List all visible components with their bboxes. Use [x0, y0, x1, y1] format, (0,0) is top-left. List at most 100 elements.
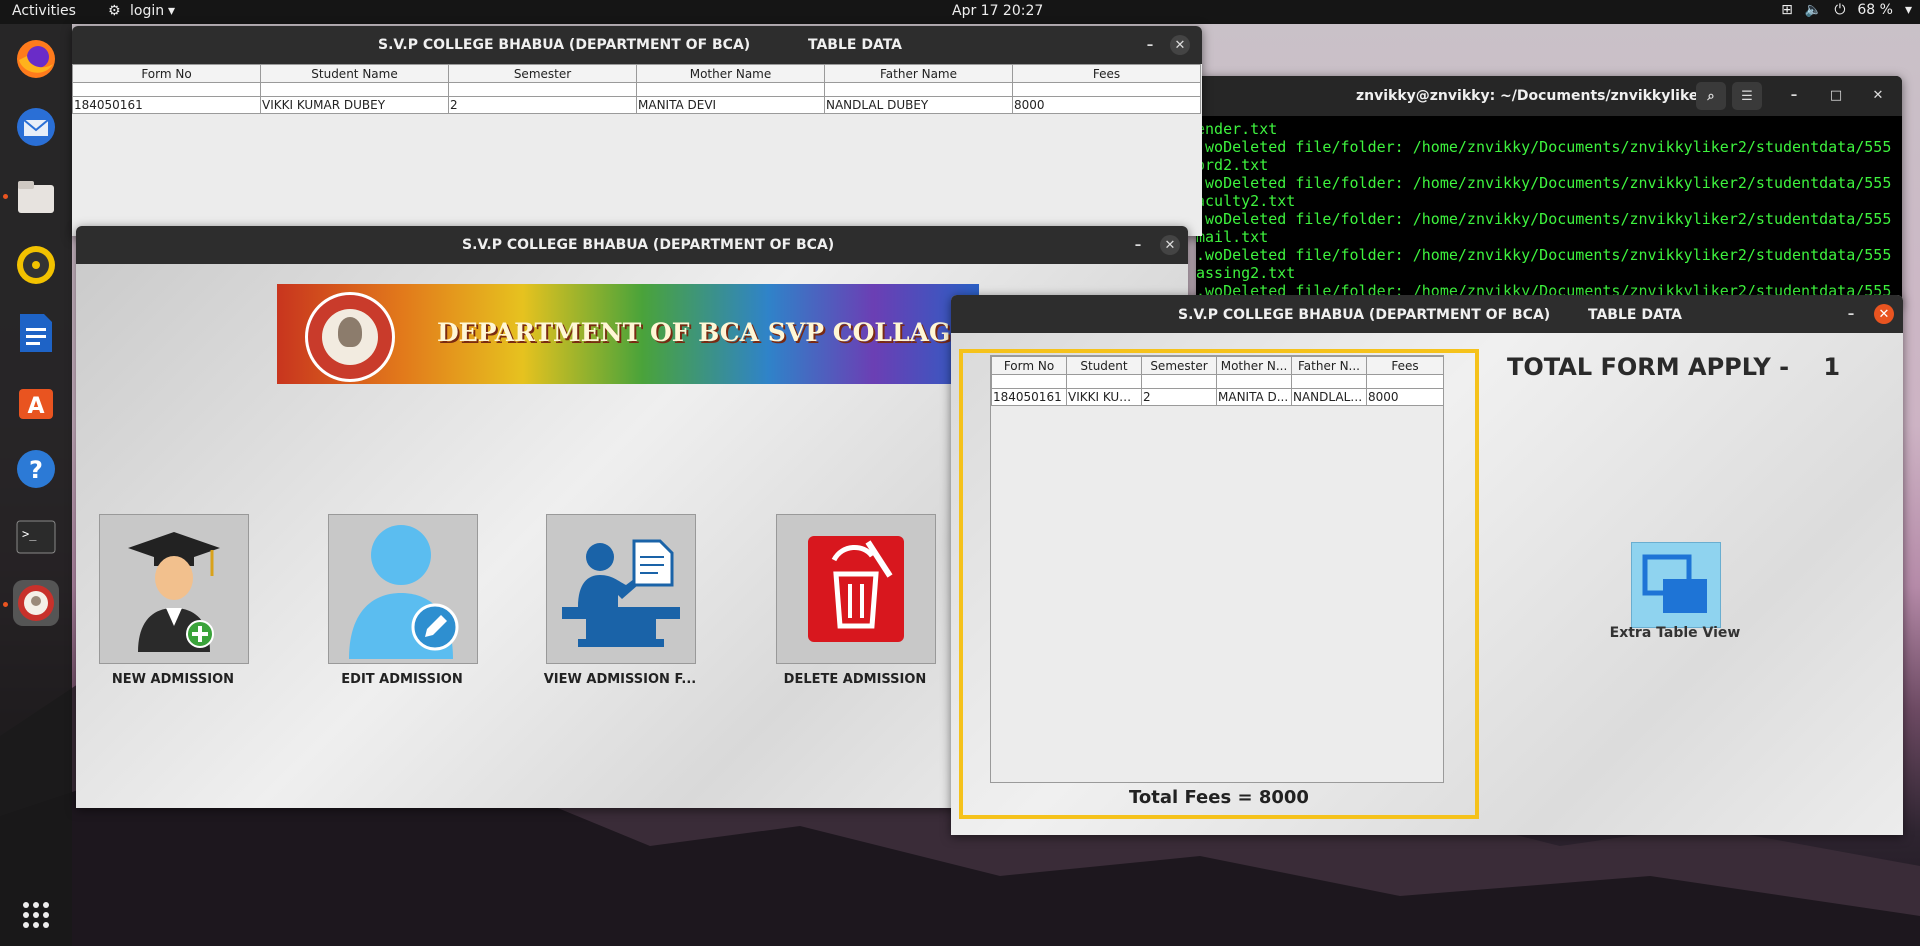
edit-admission-button[interactable] — [328, 514, 478, 664]
column-header[interactable]: Mother Name — [636, 64, 825, 83]
software-store-icon[interactable]: A — [13, 378, 59, 424]
hamburger-menu-icon[interactable]: ☰ — [1732, 82, 1762, 110]
system-status-area[interactable]: ⊞ 🔈 ⏻ 68 % ▾ — [1781, 2, 1912, 18]
minimize-button[interactable]: – — [1128, 235, 1148, 255]
banner-text: DEPARTMENT OF BCA SVP COLLAGE BHABUA — [437, 318, 979, 347]
terminal-line: .woDeleted file/folder: /home/znvikky/Do… — [1196, 246, 1892, 264]
column-header[interactable]: Form No — [72, 64, 261, 83]
column-header[interactable]: Fees — [1012, 64, 1201, 83]
terminal-line: assing2.txt — [1196, 264, 1296, 282]
top-bar: Activities ⚙ login ▾ Apr 17 20:27 ⊞ 🔈 ⏻ … — [0, 0, 1920, 24]
windows-stack-icon — [1642, 554, 1707, 613]
extra-table-view-button[interactable] — [1631, 542, 1721, 628]
terminal-titlebar[interactable]: znvikky@znvikky: ~/Documents/znvikkylike… — [1196, 76, 1902, 116]
app-menu-gear-icon[interactable]: ⚙ — [108, 3, 121, 19]
rhythmbox-icon[interactable] — [13, 242, 59, 288]
table-row-empty[interactable] — [991, 374, 1444, 389]
table-cell[interactable]: MANITA D... — [1216, 388, 1292, 406]
college-app-icon[interactable] — [13, 580, 59, 626]
column-header[interactable]: Form No — [991, 356, 1067, 375]
table-cell[interactable]: 2 — [448, 96, 637, 114]
presenter-document-icon — [562, 539, 680, 647]
firefox-icon[interactable] — [13, 36, 59, 82]
terminal-line: .woDeleted file/folder: /home/znvikky/Do… — [1196, 174, 1892, 192]
window-subtitle: TABLE DATA — [808, 37, 902, 53]
thunderbird-icon[interactable] — [13, 104, 59, 150]
minimize-button[interactable]: – — [1140, 35, 1160, 55]
table-header-row: Form No Student Semester Mother N... Fat… — [991, 356, 1444, 375]
minimize-button[interactable]: – — [1784, 85, 1804, 105]
table-cell[interactable]: 184050161 — [72, 96, 261, 114]
column-header[interactable]: Semester — [448, 64, 637, 83]
table-header-row: Form No Student Name Semester Mother Nam… — [72, 64, 1201, 83]
trash-icon — [808, 536, 904, 642]
total-fees-value: 8000 — [1258, 787, 1309, 808]
svg-text:A: A — [27, 394, 44, 419]
terminal-window[interactable]: znvikky@znvikky: ~/Documents/znvikkylike… — [1196, 76, 1902, 306]
column-header[interactable]: Fees — [1366, 356, 1444, 375]
delete-admission-label[interactable]: DELETE ADMISSION — [760, 672, 950, 687]
files-icon[interactable] — [13, 174, 59, 220]
edit-admission-label[interactable]: EDIT ADMISSION — [307, 672, 497, 687]
college-banner: DEPARTMENT OF BCA SVP COLLAGE BHABUA — [277, 284, 979, 384]
chevron-down-icon[interactable]: ▾ — [168, 3, 175, 19]
student-table[interactable]: Form No Student Name Semester Mother Nam… — [72, 64, 1201, 114]
close-button[interactable]: ✕ — [1160, 235, 1180, 255]
running-indicator — [3, 194, 8, 199]
terminal-icon[interactable]: >_ — [13, 514, 59, 560]
terminal-line: .woDeleted file/folder: /home/znvikky/Do… — [1196, 138, 1892, 156]
view-admission-label[interactable]: VIEW ADMISSION F... — [525, 672, 715, 687]
extra-table-view-label[interactable]: Extra Table View — [1571, 625, 1779, 641]
app-menu[interactable]: login — [130, 3, 164, 19]
maximize-button[interactable]: □ — [1826, 85, 1846, 105]
main-window-titlebar[interactable]: S.V.P COLLEGE BHABUA (DEPARTMENT OF BCA)… — [76, 226, 1188, 264]
terminal-line: mail.txt — [1196, 228, 1269, 246]
new-admission-label[interactable]: NEW ADMISSION — [78, 672, 268, 687]
terminal-output[interactable]: ender.txt .woDeleted file/folder: /home/… — [1196, 120, 1902, 306]
column-header[interactable]: Father N... — [1291, 356, 1367, 375]
summary-window-titlebar[interactable]: S.V.P COLLEGE BHABUA (DEPARTMENT OF BCA)… — [951, 295, 1903, 333]
new-admission-button[interactable] — [99, 514, 249, 664]
close-button[interactable]: ✕ — [1868, 85, 1888, 105]
close-button[interactable]: ✕ — [1170, 35, 1190, 55]
table-cell[interactable]: 8000 — [1012, 96, 1201, 114]
table-row-empty[interactable] — [72, 82, 1201, 97]
clock[interactable]: Apr 17 20:27 — [952, 3, 1043, 19]
close-button[interactable]: ✕ — [1874, 304, 1894, 324]
terminal-title: znvikky@znvikky: ~/Documents/znvikkylike… — [1356, 88, 1716, 104]
delete-admission-button[interactable] — [776, 514, 936, 664]
column-header[interactable]: Father Name — [824, 64, 1013, 83]
terminal-line: aculty2.txt — [1196, 192, 1296, 210]
table-cell[interactable]: MANITA DEVI — [636, 96, 825, 114]
view-admission-button[interactable] — [546, 514, 696, 664]
table-cell[interactable]: 2 — [1141, 388, 1217, 406]
total-form-value: 1 — [1823, 353, 1841, 381]
table-row[interactable]: 184050161 VIKKI KUM... 2 MANITA D... NAN… — [991, 388, 1444, 406]
table-row[interactable]: 184050161 VIKKI KUMAR DUBEY 2 MANITA DEV… — [72, 96, 1201, 114]
column-header[interactable]: Student Name — [260, 64, 449, 83]
table-cell[interactable]: VIKKI KUM... — [1066, 388, 1142, 406]
table-cell[interactable]: NANDLAL ... — [1291, 388, 1367, 406]
help-icon[interactable]: ? — [13, 446, 59, 492]
minimize-button[interactable]: – — [1841, 304, 1861, 324]
table-scroll-area[interactable]: Form No Student Semester Mother N... Fat… — [990, 355, 1444, 783]
table-cell[interactable]: 184050161 — [991, 388, 1067, 406]
search-icon[interactable]: ⌕ — [1696, 82, 1726, 110]
summary-table-window[interactable]: S.V.P COLLEGE BHABUA (DEPARTMENT OF BCA)… — [951, 295, 1903, 835]
column-header[interactable]: Mother N... — [1216, 356, 1292, 375]
show-apps-grid-icon[interactable] — [13, 892, 59, 938]
table-cell[interactable]: NANDLAL DUBEY — [824, 96, 1013, 114]
dock: A ? >_ — [0, 24, 72, 946]
svg-text:?: ? — [29, 456, 43, 484]
writer-icon[interactable] — [13, 310, 59, 356]
table-data-window[interactable]: S.V.P COLLEGE BHABUA (DEPARTMENT OF BCA)… — [72, 26, 1202, 236]
column-header[interactable]: Semester — [1141, 356, 1217, 375]
window-title: S.V.P COLLEGE BHABUA (DEPARTMENT OF BCA) — [378, 37, 751, 53]
table-window-titlebar[interactable]: S.V.P COLLEGE BHABUA (DEPARTMENT OF BCA)… — [72, 26, 1202, 64]
summary-table[interactable]: Form No Student Semester Mother N... Fat… — [991, 356, 1444, 406]
table-cell[interactable]: VIKKI KUMAR DUBEY — [260, 96, 449, 114]
activities-button[interactable]: Activities — [12, 3, 76, 19]
svg-text:>_: >_ — [22, 527, 37, 541]
table-cell[interactable]: 8000 — [1366, 388, 1444, 406]
column-header[interactable]: Student — [1066, 356, 1142, 375]
